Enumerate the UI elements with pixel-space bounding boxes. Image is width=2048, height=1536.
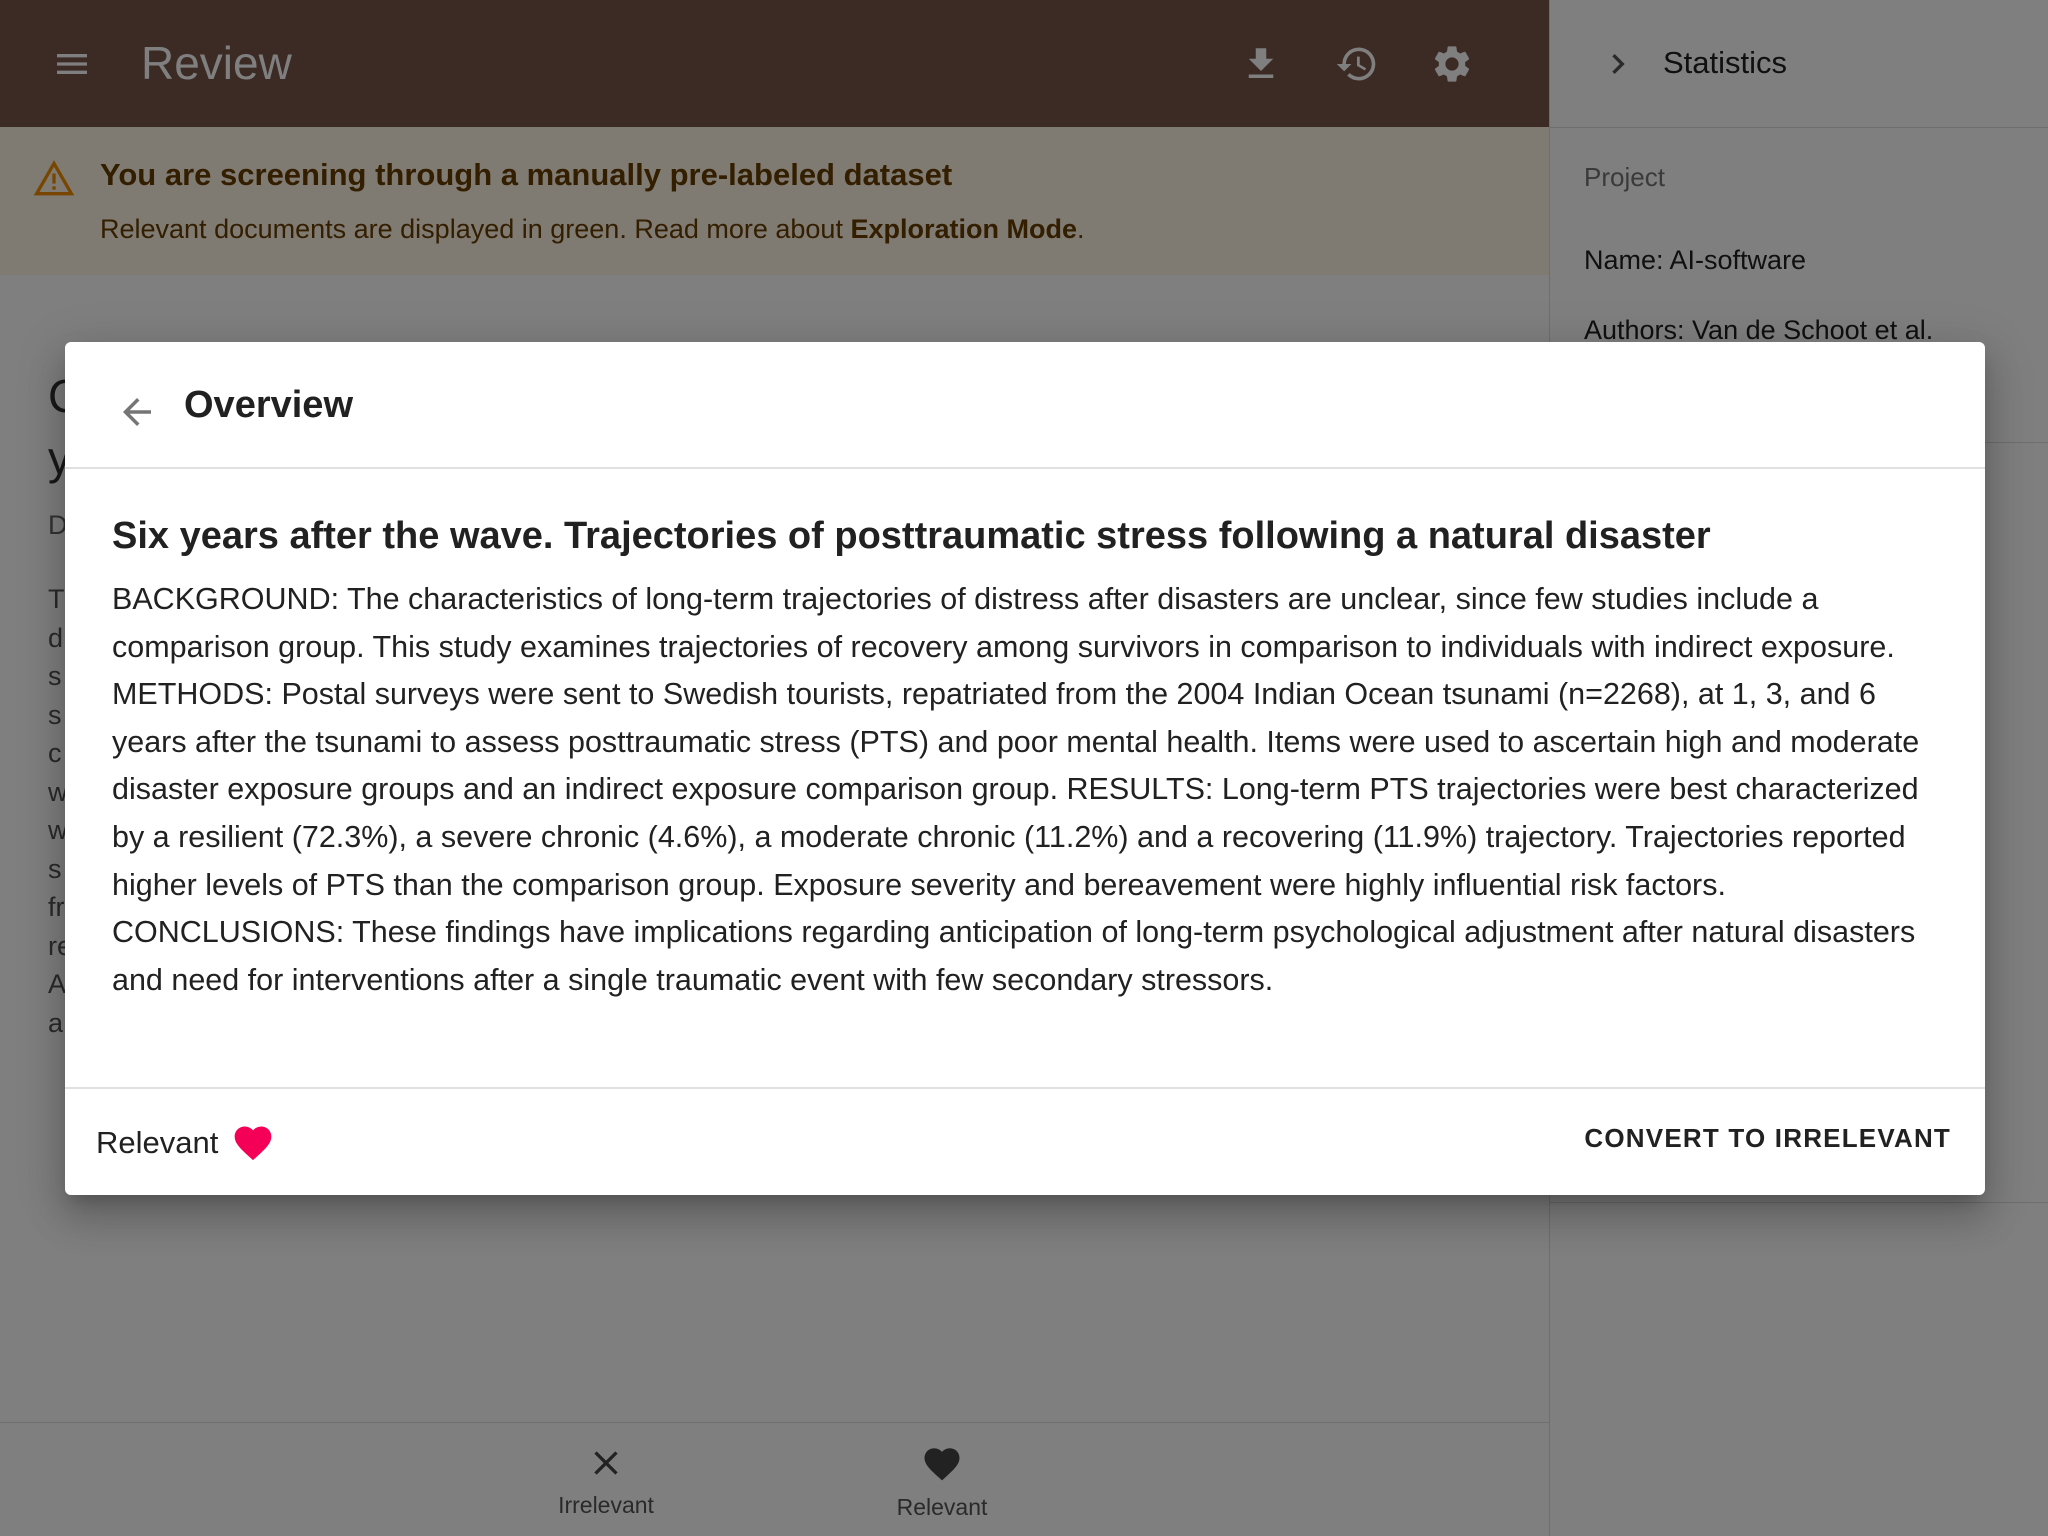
label-status: Relevant — [96, 1125, 219, 1160]
overview-dialog: Overview Six years after the wave. Traje… — [65, 342, 1985, 1195]
document-title: Six years after the wave. Trajectories o… — [112, 515, 1711, 557]
back-button[interactable] — [107, 382, 167, 442]
convert-to-irrelevant-button[interactable]: CONVERT TO IRRELEVANT — [1584, 1123, 1951, 1154]
dialog-header: Overview — [65, 342, 1985, 469]
dialog-body: Six years after the wave. Trajectories o… — [112, 510, 1952, 1004]
dialog-footer: Relevant CONVERT TO IRRELEVANT — [65, 1087, 1985, 1195]
dialog-title: Overview — [184, 384, 353, 426]
arrow-back-icon — [123, 398, 151, 426]
app-root: Review You are screening through a manua… — [0, 0, 2048, 1536]
heart-icon — [234, 1126, 272, 1161]
document-abstract: BACKGROUND: The characteristics of long-… — [112, 582, 1920, 997]
